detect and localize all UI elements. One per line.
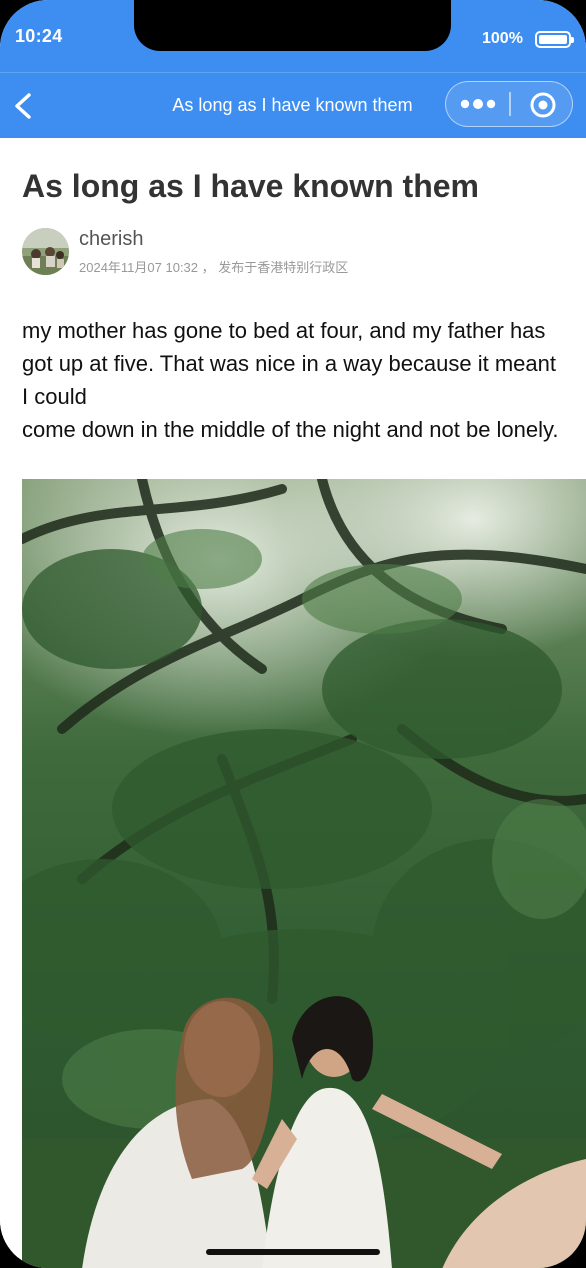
forest-photo-image	[22, 479, 586, 1268]
target-close-icon[interactable]	[529, 91, 557, 119]
author-name[interactable]: cherish	[79, 228, 143, 251]
back-button[interactable]	[10, 89, 40, 123]
device-notch	[134, 0, 451, 51]
phone-screen: 10:24 100% As long as I have known them …	[0, 0, 586, 1268]
article-title: As long as I have known them	[22, 168, 479, 204]
battery-icon	[535, 31, 574, 48]
battery-percentage: 100%	[482, 30, 523, 47]
home-indicator[interactable]	[206, 1249, 380, 1255]
nav-title: As long as I have known them	[172, 95, 413, 115]
more-dots-icon[interactable]	[460, 94, 496, 114]
article-content: As long as I have known them cherish 202…	[0, 138, 586, 1268]
status-time: 10:24	[15, 26, 63, 46]
capsule-divider	[509, 92, 511, 116]
nav-bar: As long as I have known them	[0, 72, 586, 138]
chevron-left-icon	[15, 93, 31, 119]
avatar-image	[22, 228, 69, 275]
mini-program-capsule	[445, 81, 573, 127]
paragraph: my mother has gone to bed at four, and m…	[22, 318, 557, 409]
article-body: my mother has gone to bed at four, and m…	[22, 314, 562, 446]
avatar[interactable]	[22, 228, 69, 275]
post-meta: 2024年11月07 10:32 ， 发布于香港特别行政区	[79, 260, 349, 275]
article-photo[interactable]	[22, 479, 586, 1268]
paragraph: come down in the middle of the night and…	[22, 417, 559, 442]
status-bar: 10:24 100%	[0, 0, 586, 72]
